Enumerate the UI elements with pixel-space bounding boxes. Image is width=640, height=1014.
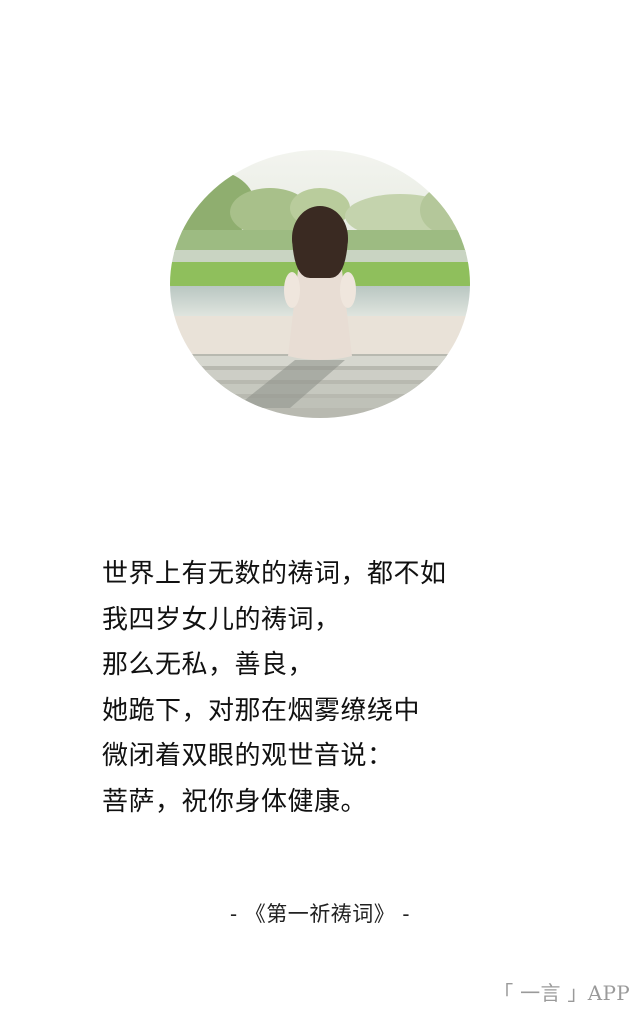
photo-girl-sitting-on-dock-icon (170, 150, 470, 418)
poem-source: - 《第一祈祷词》 - (229, 902, 411, 926)
poem-line: 那么无私，善良， (102, 650, 315, 680)
poem-line: 菩萨，祝你身体健康。 (102, 786, 368, 817)
poem-line: 她跪下，对那在烟雾缭绕中 (102, 695, 421, 726)
poem-line: 微闭着双眼的观世音说： (102, 741, 394, 771)
poem-line: 世界上有无数的祷词，都不如 (102, 559, 447, 589)
poem: 世界上有无数的祷词，都不如 我四岁女儿的祷词， 那么无私，善良， 她跪下，对那在… (102, 552, 447, 825)
app-watermark: 「 一言 」APP (493, 981, 630, 1005)
poem-line: 我四岁女儿的祷词， (102, 604, 341, 635)
cover-photo (170, 150, 470, 418)
